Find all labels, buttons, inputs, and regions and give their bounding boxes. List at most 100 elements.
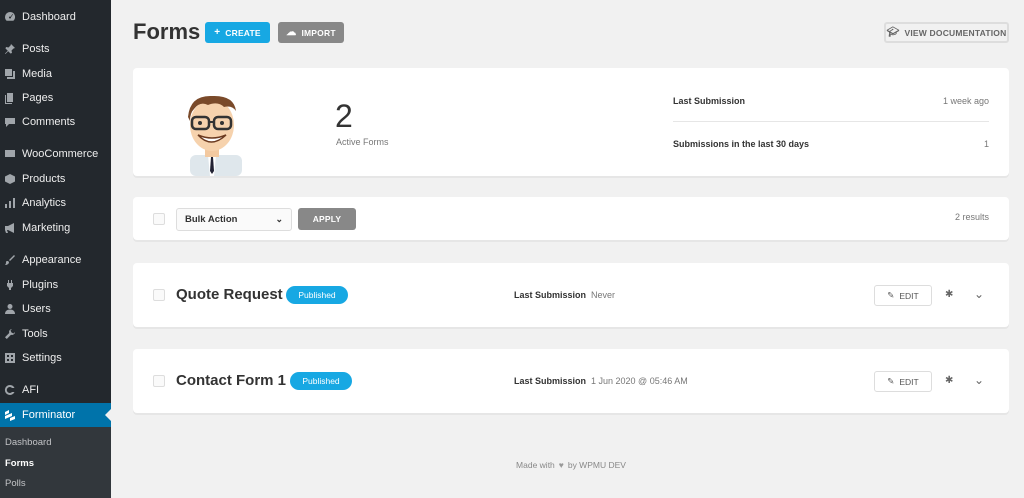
- sidebar-item-users[interactable]: Users: [0, 297, 111, 321]
- gear-icon[interactable]: ✱: [945, 375, 953, 386]
- forminator-icon: [4, 409, 16, 421]
- sidebar-item-label: Analytics: [22, 197, 67, 209]
- pages-icon: [4, 92, 16, 104]
- cloud-upload-icon: ☁: [286, 27, 297, 38]
- footer-credit: Made with ♥ by WPMU DEV: [133, 460, 1009, 470]
- sidebar-item-appearance[interactable]: Appearance: [0, 248, 111, 272]
- form-row-checkbox[interactable]: [153, 375, 165, 387]
- chevron-down-icon: ⌄: [275, 214, 283, 224]
- last-submission-label: Last Submission: [514, 376, 587, 386]
- last-30-days-value: 1: [983, 139, 989, 149]
- sidebar-item-label: Media: [22, 68, 52, 80]
- megaphone-icon: [4, 222, 16, 234]
- sidebar-item-woocommerce[interactable]: WooCommerce: [0, 142, 111, 166]
- user-icon: [4, 303, 16, 315]
- sidebar-item-label: Marketing: [22, 222, 71, 234]
- box-icon: [4, 173, 16, 185]
- sidebar-item-label: Forminator: [22, 409, 76, 421]
- sidebar-item-analytics[interactable]: Analytics: [0, 191, 111, 215]
- sidebar-item-dashboard[interactable]: Dashboard: [0, 5, 111, 29]
- sidebar-item-media[interactable]: Media: [0, 62, 111, 86]
- heart-icon: ♥: [558, 460, 564, 470]
- sidebar-item-comments[interactable]: Comments: [0, 110, 111, 134]
- footer-by[interactable]: by WPMU DEV: [568, 460, 626, 470]
- form-last-submission: Last Submission 1 Jun 2020 @ 05:46 AM: [514, 376, 688, 386]
- import-button[interactable]: ☁ IMPORT: [278, 22, 344, 43]
- sidebar-item-label: Appearance: [22, 254, 82, 266]
- form-last-submission: Last Submission Never: [514, 290, 615, 300]
- graduation-cap-icon: 🎓︎: [886, 27, 900, 38]
- plug-icon: [4, 279, 16, 291]
- last-submission-label: Last Submission: [514, 290, 587, 300]
- sidebar-item-label: Comments: [22, 116, 76, 128]
- bulk-action-value: Bulk Action: [185, 214, 238, 225]
- woo-icon: [4, 148, 16, 160]
- edit-label: EDIT: [899, 290, 919, 301]
- status-badge: Published: [290, 372, 352, 390]
- dashboard-icon: [4, 11, 16, 23]
- page-title: Forms: [133, 19, 201, 44]
- apply-label: APPLY: [312, 214, 342, 224]
- edit-button[interactable]: ✎ EDIT: [874, 371, 932, 392]
- sidebar-item-label: Pages: [22, 92, 54, 104]
- sidebar-item-products[interactable]: Products: [0, 167, 111, 191]
- brush-icon: [4, 254, 16, 266]
- pencil-icon: ✎: [887, 290, 895, 300]
- sidebar-item-plugins[interactable]: Plugins: [0, 273, 111, 297]
- sidebar-item-label: AFI: [22, 384, 40, 396]
- results-count: 2 results: [954, 212, 989, 222]
- last-submission-value: Never: [591, 290, 616, 300]
- sidebar-item-tools[interactable]: Tools: [0, 322, 111, 346]
- sidebar-item-label: Tools: [22, 328, 48, 340]
- edit-label: EDIT: [899, 376, 919, 387]
- sidebar-item-label: Products: [22, 173, 66, 185]
- create-button[interactable]: + CREATE: [205, 22, 270, 43]
- gear-icon[interactable]: ✱: [945, 289, 953, 300]
- pencil-icon: ✎: [887, 376, 895, 386]
- sidebar-item-label: Posts: [22, 43, 50, 55]
- chevron-down-icon[interactable]: ⌄: [974, 373, 984, 387]
- comment-icon: [4, 116, 16, 128]
- chevron-down-icon[interactable]: ⌄: [974, 287, 984, 301]
- submenu-item-polls[interactable]: Polls: [5, 478, 26, 489]
- last-submission-value: 1 week ago: [942, 96, 989, 106]
- summary-card: [133, 68, 1009, 176]
- sidebar-item-label: Dashboard: [22, 11, 76, 23]
- settings-icon: [4, 352, 16, 364]
- sidebar-item-afi[interactable]: AFI: [0, 378, 111, 402]
- sidebar-item-pages[interactable]: Pages: [0, 86, 111, 110]
- create-label: CREATE: [225, 27, 261, 38]
- import-label: IMPORT: [301, 27, 336, 38]
- plus-icon: +: [214, 27, 221, 38]
- last-30-days-label: Submissions in the last 30 days: [673, 139, 810, 149]
- sidebar-item-posts[interactable]: Posts: [0, 37, 111, 61]
- last-submission-label: Last Submission: [673, 96, 746, 106]
- sidebar-item-label: Users: [22, 303, 51, 315]
- sidebar-item-forminator[interactable]: Forminator: [0, 403, 111, 427]
- view-documentation-button[interactable]: 🎓︎ VIEW DOCUMENTATION: [884, 22, 1009, 43]
- select-all-checkbox[interactable]: [153, 213, 165, 225]
- docs-label: VIEW DOCUMENTATION: [904, 27, 1007, 38]
- bar-chart-icon: [4, 197, 16, 209]
- admin-sidebar: Dashboard Posts Media Pages Comments Woo…: [0, 0, 111, 498]
- submenu-item-dashboard[interactable]: Dashboard: [5, 437, 51, 448]
- active-forms-label: Active Forms: [336, 137, 389, 147]
- apply-button[interactable]: APPLY: [298, 208, 356, 230]
- mascot-illustration: [188, 95, 242, 176]
- pin-icon: [4, 43, 16, 55]
- afi-icon: [4, 384, 16, 396]
- sidebar-item-label: Plugins: [22, 279, 59, 291]
- sidebar-item-marketing[interactable]: Marketing: [0, 216, 111, 240]
- forminator-submenu: Dashboard Forms Polls: [0, 427, 111, 498]
- bulk-action-select[interactable]: Bulk Action ⌄: [176, 208, 292, 231]
- submenu-item-forms[interactable]: Forms: [5, 458, 34, 469]
- status-badge: Published: [286, 286, 348, 304]
- sidebar-item-settings[interactable]: Settings: [0, 346, 111, 370]
- footer-made-with: Made with: [516, 460, 555, 470]
- form-row-checkbox[interactable]: [153, 289, 165, 301]
- form-title[interactable]: Quote Request: [176, 286, 283, 303]
- edit-button[interactable]: ✎ EDIT: [874, 285, 932, 306]
- form-title[interactable]: Contact Form 1: [176, 372, 286, 389]
- wrench-icon: [4, 328, 16, 340]
- summary-divider: [673, 121, 989, 122]
